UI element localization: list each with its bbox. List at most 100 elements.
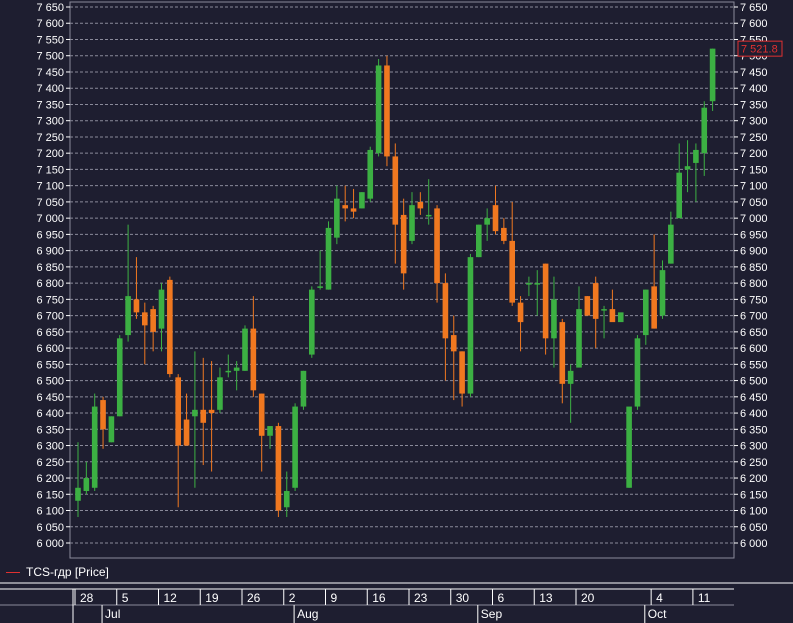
x-day-label: 11 bbox=[698, 591, 711, 605]
candle bbox=[693, 143, 699, 202]
candle bbox=[83, 461, 90, 495]
candle-body bbox=[116, 338, 123, 417]
x-day-label: 28 bbox=[80, 591, 94, 605]
x-month-label: Oct bbox=[648, 607, 667, 621]
y-tick-label: 7 200 bbox=[36, 148, 64, 160]
candlestick-chart: 6 000 6 050 6 100 6 150 6 200 6 250 6 300 6 350… bbox=[0, 1, 793, 623]
candle-body bbox=[133, 299, 140, 313]
candle-body bbox=[325, 227, 332, 290]
candle bbox=[651, 234, 657, 329]
candle bbox=[676, 143, 682, 219]
candle-body bbox=[175, 377, 181, 446]
y-tick-label: 6 100 bbox=[740, 506, 768, 518]
candle bbox=[584, 296, 591, 316]
candle-body bbox=[367, 149, 374, 199]
candle-body bbox=[359, 192, 365, 209]
candle bbox=[167, 276, 173, 378]
y-tick-label: 6 000 bbox=[36, 538, 64, 550]
y-tick-label: 6 400 bbox=[740, 408, 768, 420]
candle bbox=[183, 393, 190, 446]
y-tick-label: 6 650 bbox=[36, 327, 64, 339]
candle bbox=[75, 442, 81, 518]
candle-body bbox=[684, 166, 691, 170]
candle-body bbox=[651, 286, 657, 329]
candle bbox=[334, 185, 340, 245]
y-axis-left: 6 000 6 050 6 100 6 150 6 200 6 250 6 300 6 350… bbox=[36, 2, 64, 550]
candle-body bbox=[634, 338, 641, 407]
candle-body bbox=[392, 156, 399, 225]
candle-body bbox=[467, 257, 474, 394]
candle-body bbox=[501, 227, 507, 241]
candle-body bbox=[659, 270, 666, 316]
candle-body bbox=[559, 322, 566, 384]
candle bbox=[317, 250, 323, 290]
x-day-label: 26 bbox=[247, 591, 261, 605]
candle bbox=[250, 296, 257, 397]
x-day-label: 2 bbox=[289, 591, 296, 605]
y-tick-label: 6 100 bbox=[36, 506, 64, 518]
y-tick-label: 7 450 bbox=[36, 67, 64, 79]
y-tick-label: 7 600 bbox=[36, 18, 64, 30]
candle bbox=[292, 403, 298, 492]
candle-body bbox=[492, 205, 499, 232]
candle bbox=[200, 357, 207, 466]
candle-body bbox=[342, 205, 348, 209]
candle-body bbox=[592, 283, 599, 319]
x-day-label: 16 bbox=[372, 591, 386, 605]
candle-body bbox=[75, 487, 81, 501]
candle bbox=[517, 296, 524, 352]
y-tick-label: 6 500 bbox=[740, 376, 768, 388]
candle bbox=[434, 205, 440, 303]
y-tick-label: 6 950 bbox=[740, 229, 768, 241]
candle-body bbox=[375, 65, 382, 154]
x-day-label: 9 bbox=[331, 591, 338, 605]
y-tick-label: 6 050 bbox=[740, 522, 768, 534]
y-tick-label: 6 250 bbox=[36, 457, 64, 469]
candle-body bbox=[484, 218, 490, 225]
candle bbox=[158, 283, 165, 352]
candle-body bbox=[509, 240, 515, 303]
candle bbox=[367, 146, 374, 202]
y-tick-label: 7 100 bbox=[740, 181, 768, 193]
candle bbox=[275, 422, 282, 518]
candle-body bbox=[425, 214, 432, 217]
candle-body bbox=[668, 224, 674, 264]
candle-body bbox=[701, 107, 708, 154]
candle bbox=[534, 270, 541, 316]
candle-body bbox=[125, 296, 131, 336]
candle-body bbox=[83, 478, 90, 492]
candle bbox=[350, 188, 357, 219]
candle bbox=[617, 312, 624, 323]
x-day-label: 23 bbox=[414, 591, 428, 605]
x-month-label: Jul bbox=[105, 607, 120, 621]
y-tick-label: 6 300 bbox=[36, 441, 64, 453]
candle bbox=[300, 370, 307, 410]
candle-body bbox=[609, 309, 616, 323]
candle-body bbox=[275, 426, 282, 511]
y-tick-label: 7 300 bbox=[36, 116, 64, 128]
legend-swatch bbox=[6, 571, 20, 573]
candle bbox=[225, 354, 232, 378]
x-day-label: 5 bbox=[122, 591, 129, 605]
y-tick-label: 6 350 bbox=[740, 424, 768, 436]
candle-body bbox=[384, 65, 390, 157]
x-day-label: 13 bbox=[539, 591, 553, 605]
candle-body bbox=[534, 283, 541, 285]
candle-body bbox=[334, 198, 340, 238]
y-tick-label: 6 450 bbox=[36, 392, 64, 404]
candle-body bbox=[108, 416, 115, 443]
y-tick-label: 7 150 bbox=[740, 164, 768, 176]
y-tick-label: 6 850 bbox=[740, 262, 768, 274]
candle bbox=[242, 325, 248, 371]
y-tick-label: 7 500 bbox=[36, 51, 64, 63]
candle bbox=[659, 260, 666, 319]
y-tick-label: 7 000 bbox=[36, 213, 64, 225]
y-tick-label: 7 050 bbox=[740, 197, 768, 209]
candle bbox=[91, 393, 98, 492]
y-tick-label: 7 300 bbox=[740, 116, 768, 128]
candle bbox=[459, 351, 465, 407]
y-tick-label: 6 200 bbox=[740, 473, 768, 485]
candle-body bbox=[192, 409, 198, 417]
candle bbox=[375, 58, 382, 157]
y-tick-label: 6 750 bbox=[740, 294, 768, 306]
